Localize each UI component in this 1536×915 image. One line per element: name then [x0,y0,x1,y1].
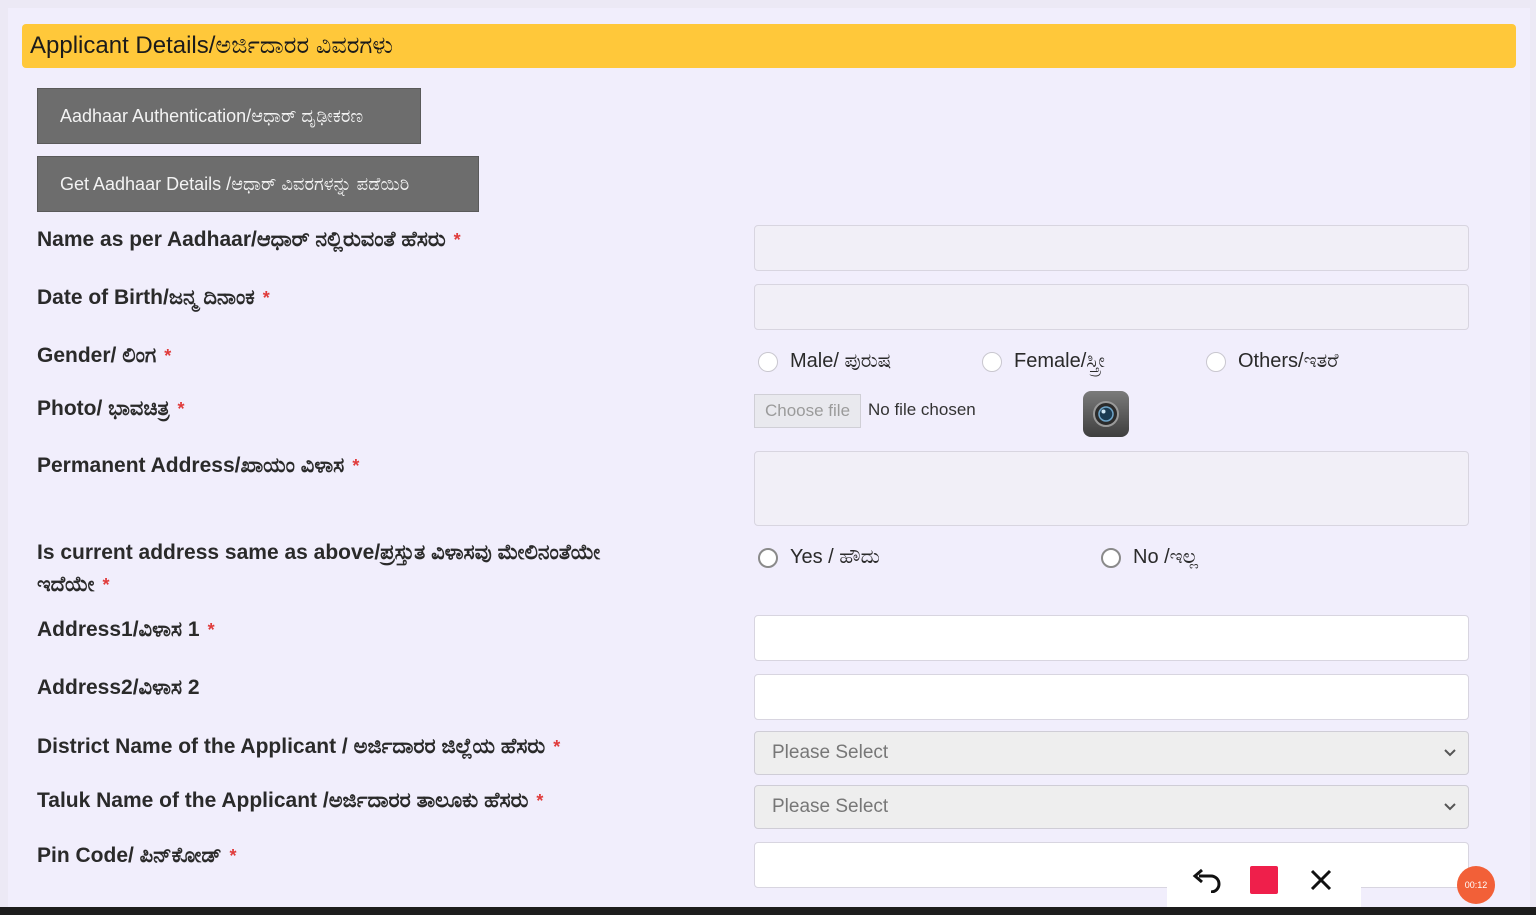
recorder-toolbar [1167,852,1361,908]
required-marker: * [352,456,360,476]
chevron-down-icon [1444,749,1456,757]
taluk-select[interactable]: Please Select [754,785,1469,829]
name-label: Name as per Aadhaar/ಆಧಾರ್ ನಲ್ಲಿರುವಂತೆ ಹೆ… [37,228,461,251]
dob-label: Date of Birth/ಜನ್ಮ ದಿನಾಂಕ * [37,286,270,309]
close-icon[interactable] [1303,862,1339,898]
pincode-input[interactable] [754,842,1469,888]
required-marker: * [553,737,561,757]
chevron-down-icon [1444,803,1456,811]
file-status: No file chosen [868,400,976,419]
same-address-label: Is current address same as above/ಪ್ರಸ್ತು… [37,541,601,596]
name-input[interactable] [754,225,1469,271]
required-marker: * [536,791,544,811]
camera-icon[interactable] [1083,391,1129,437]
address2-input[interactable] [754,674,1469,720]
required-marker: * [262,288,270,308]
gender-female-radio[interactable]: Female/ಸ್ತ್ರೀ [982,350,1105,373]
camera-lens [1093,401,1119,427]
recording-timer-badge[interactable]: 00:12 [1457,866,1495,904]
choose-file-button[interactable]: Choose file [754,394,861,428]
pincode-label: Pin Code/ ಪಿನ್‌ಕೋಡ್ * [37,844,237,867]
section-header: Applicant Details/ಅರ್ಜಿದಾರರ ವಿವರಗಳು [22,24,1516,68]
address1-label: Address1/ವಿಳಾಸ 1 * [37,618,215,641]
required-marker: * [229,846,237,866]
permanent-address-textarea[interactable] [754,451,1469,526]
bottom-bar [0,907,1536,915]
get-aadhaar-details-button[interactable]: Get Aadhaar Details /ಆಧಾರ್ ವಿವರಗಳನ್ನು ಪಡ… [37,156,479,212]
required-marker: * [102,575,110,595]
required-marker: * [207,620,215,640]
aadhaar-authentication-button[interactable]: Aadhaar Authentication/ಆಧಾರ್ ದೃಢೀಕರಣ [37,88,421,144]
radio-circle[interactable] [758,547,778,568]
district-label: District Name of the Applicant / ಅರ್ಜಿದಾ… [37,735,561,758]
undo-icon[interactable] [1189,862,1225,898]
same-address-no-radio[interactable]: No /ಇಲ್ಲ [1101,546,1198,569]
photo-label: Photo/ ಭಾವಚಿತ್ರ * [37,397,185,420]
district-select[interactable]: Please Select [754,731,1469,775]
radio-circle[interactable] [758,351,778,372]
radio-circle[interactable] [1101,547,1121,568]
radio-circle[interactable] [1206,351,1226,372]
taluk-label: Taluk Name of the Applicant /ಅರ್ಜಿದಾರರ ತ… [37,789,544,812]
required-marker: * [453,230,461,250]
gender-label: Gender/ ಲಿಂಗ * [37,344,172,367]
required-marker: * [177,399,185,419]
same-address-yes-radio[interactable]: Yes / ಹೌದು [758,546,880,569]
address2-label: Address2/ವಿಳಾಸ 2 [37,676,200,699]
address1-input[interactable] [754,615,1469,661]
stop-icon[interactable] [1246,862,1282,898]
gender-male-radio[interactable]: Male/ ಪುರುಷ [758,350,891,373]
radio-circle[interactable] [982,351,1002,372]
dob-input[interactable] [754,284,1469,330]
permanent-address-label: Permanent Address/ಖಾಯಂ ವಿಳಾಸ * [37,454,360,477]
required-marker: * [164,346,172,366]
gender-others-radio[interactable]: Others/ಇತರೆ [1206,350,1339,373]
